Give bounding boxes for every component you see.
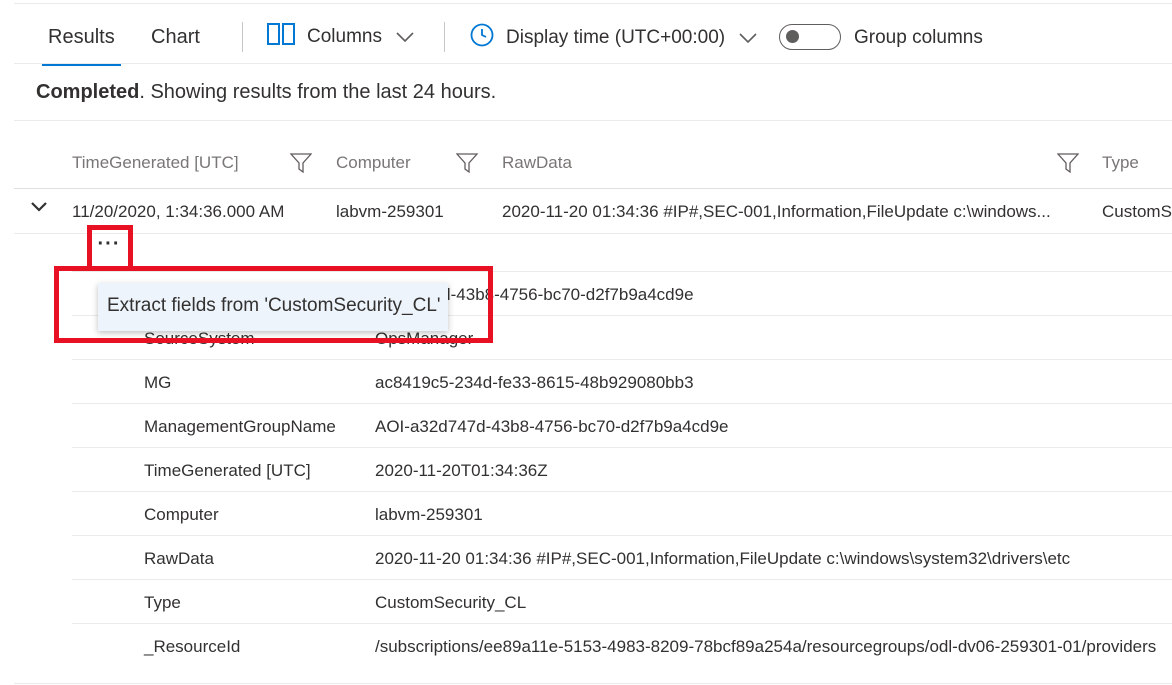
row-type-cell: CustomSecurity_CL [1102, 202, 1172, 221]
tab-results[interactable]: Results [42, 26, 121, 66]
clock-icon [470, 23, 494, 53]
detail-divider [72, 403, 1172, 404]
status-completed: Completed [36, 81, 140, 103]
column-header-rawdata[interactable]: RawData [502, 153, 572, 173]
chevron-down-icon [396, 26, 414, 48]
column-header-computer[interactable]: Computer [336, 153, 411, 173]
detail-value-rawdata: 2020-11-20 01:34:36 #IP#,SEC-001,Informa… [375, 549, 1071, 568]
chevron-down-icon [739, 27, 757, 49]
display-time-button[interactable]: Display time (UTC+00:00) [470, 23, 757, 53]
detail-value-sourcesystem: OpsManager [375, 329, 474, 348]
detail-key-type: Type [144, 593, 181, 612]
detail-key-managementgroupname: ManagementGroupName [144, 417, 336, 436]
toolbar-divider-line [14, 63, 1172, 64]
top-divider [14, 0, 1172, 4]
status-divider [14, 120, 1172, 121]
detail-key-computer: Computer [144, 505, 219, 524]
row-rawdata-cell: 2020-11-20 01:34:36 #IP#,SEC-001,Informa… [502, 202, 1051, 221]
detail-divider [72, 359, 1172, 360]
query-status: Completed. Showing results from the last… [36, 81, 496, 104]
toolbar-divider [242, 22, 243, 52]
highlight-box-menu-item [54, 266, 493, 343]
filter-icon[interactable] [1056, 152, 1080, 179]
columns-button[interactable]: Columns [267, 23, 414, 51]
detail-key-resourceid: _ResourceId [144, 637, 241, 656]
detail-key-mg: MG [144, 373, 172, 392]
filter-icon[interactable] [455, 152, 479, 179]
detail-value-tenantid: a32d747d-43b8-4756-bc70-d2f7b9a4cd9e [375, 285, 694, 304]
detail-value-timegenerated: 2020-11-20T01:34:36Z [375, 461, 548, 480]
header-divider [14, 188, 1172, 189]
expand-chevron-icon[interactable] [30, 200, 48, 218]
results-toolbar: Results Chart Columns Display time (UTC+… [0, 14, 1172, 66]
group-columns-toggle[interactable] [779, 24, 841, 50]
detail-value-mg: ac8419c5-234d-fe33-8615-48b929080bb3 [375, 373, 694, 392]
filter-icon[interactable] [289, 152, 313, 179]
detail-divider [72, 491, 1172, 492]
detail-value-type: CustomSecurity_CL [375, 593, 527, 612]
detail-divider [72, 447, 1172, 448]
detail-divider [72, 623, 1172, 624]
detail-divider [72, 535, 1172, 536]
columns-label: Columns [307, 26, 382, 47]
row-time-cell: 11/20/2020, 1:34:36.000 AM [72, 202, 285, 221]
table-bottom-divider [14, 683, 1172, 684]
toggle-knob [786, 30, 799, 43]
column-header-type[interactable]: Type [1102, 153, 1139, 173]
display-time-label: Display time (UTC+00:00) [506, 27, 726, 48]
detail-key-rawdata: RawData [144, 549, 214, 568]
tab-chart-label: Chart [151, 26, 200, 48]
detail-value-resourceid: /subscriptions/ee89a11e-5153-4983-8209-7… [375, 637, 1157, 656]
status-text: . Showing results from the last 24 hours… [139, 81, 497, 103]
detail-value-computer: labvm-259301 [375, 505, 483, 524]
highlight-box-more-button [87, 225, 133, 271]
column-header-timegenerated[interactable]: TimeGenerated [UTC] [72, 153, 239, 173]
tab-chart[interactable]: Chart [151, 26, 200, 49]
tab-results-label: Results [48, 26, 115, 48]
row-computer-cell: labvm-259301 [336, 202, 444, 221]
detail-key-timegenerated: TimeGenerated [UTC] [144, 461, 311, 480]
detail-value-managementgroupname: AOI-a32d747d-43b8-4756-bc70-d2f7b9a4cd9e [375, 417, 729, 436]
detail-divider [72, 579, 1172, 580]
group-columns-label: Group columns [854, 27, 983, 48]
row-divider [14, 233, 1172, 234]
columns-icon [267, 23, 295, 51]
toolbar-divider [444, 22, 445, 52]
